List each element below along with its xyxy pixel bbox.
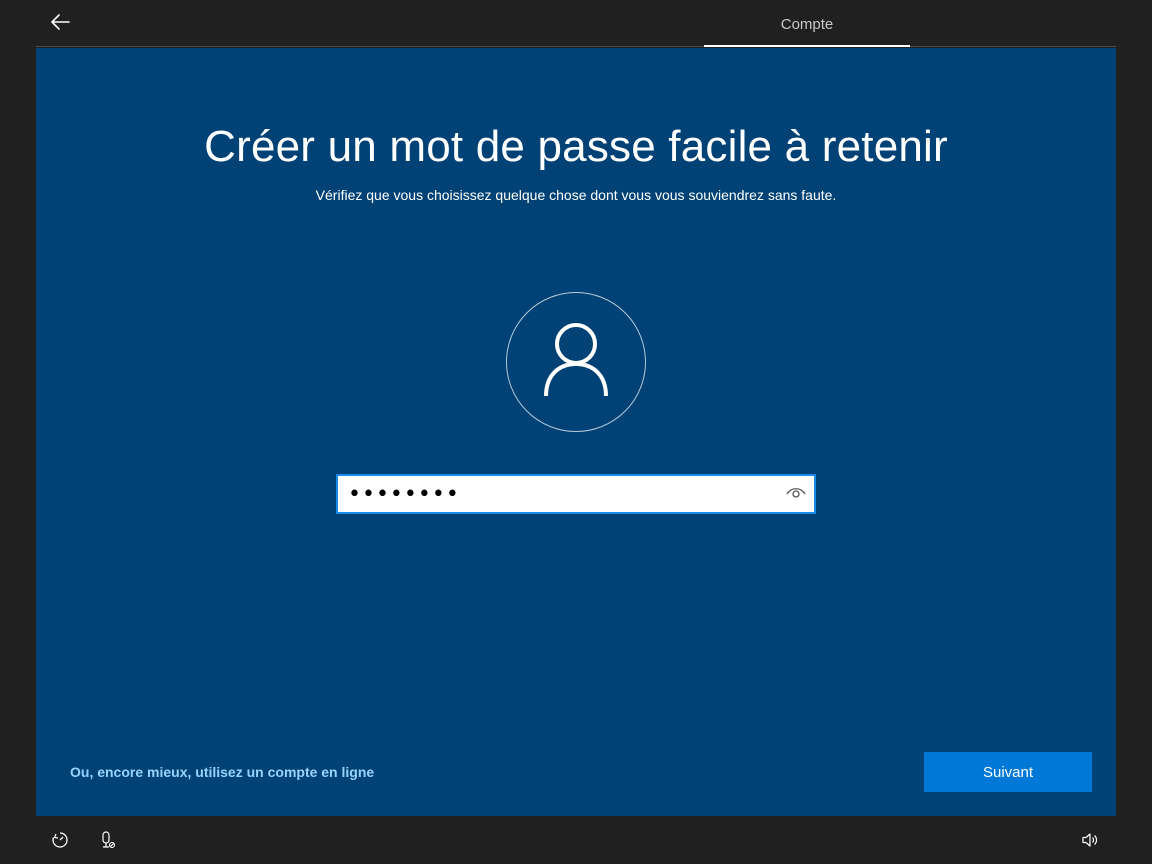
microphone-button[interactable] [94, 828, 122, 856]
tab-compte: Compte [780, 15, 834, 33]
ease-of-access-icon [51, 831, 69, 854]
microphone-icon [100, 830, 116, 854]
avatar [506, 292, 646, 432]
page-title: Créer un mot de passe facile à retenir [204, 122, 948, 171]
volume-icon [1081, 832, 1099, 853]
arrow-left-icon [50, 13, 70, 36]
online-account-link[interactable]: Ou, encore mieux, utilisez un compte en … [70, 764, 374, 780]
ease-of-access-button[interactable] [46, 828, 74, 856]
page-subtitle: Vérifiez que vous choisissez quelque cho… [315, 187, 837, 203]
back-button[interactable] [44, 8, 76, 40]
next-button[interactable]: Suivant [924, 752, 1092, 792]
user-icon [543, 322, 609, 403]
volume-button[interactable] [1076, 828, 1104, 856]
main-panel: Créer un mot de passe facile à retenir V… [36, 48, 1116, 816]
password-input[interactable] [338, 476, 778, 512]
tab-active-indicator [704, 45, 910, 47]
eye-icon [785, 485, 807, 504]
reveal-password-button[interactable] [778, 476, 814, 512]
password-field[interactable] [336, 474, 816, 514]
header-divider [36, 46, 1116, 47]
oobe-window: Compte Créer un mot de passe facile à re… [0, 0, 1152, 864]
